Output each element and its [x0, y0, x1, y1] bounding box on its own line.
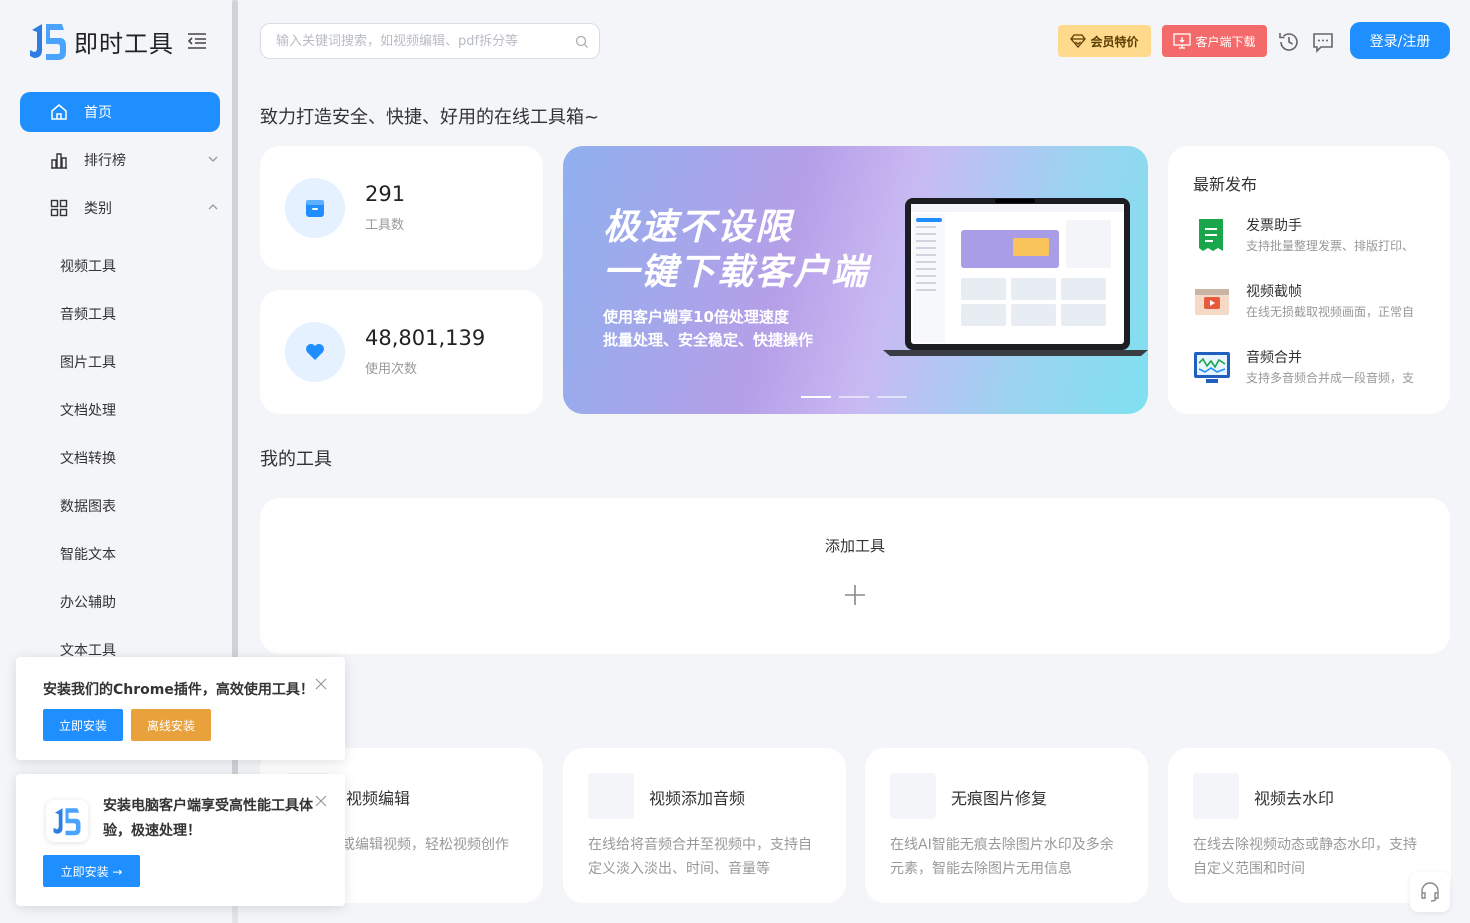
category-video[interactable]: 视频工具	[60, 256, 116, 276]
tool-count-value: 291	[365, 182, 406, 206]
nav-categories-label: 类别	[84, 201, 112, 217]
tool-desc: 在线AI智能无痕去除图片水印及多余元素，智能去除图片无用信息	[890, 837, 1114, 877]
tool-name: 视频去水印	[1254, 789, 1335, 808]
ranking-icon	[51, 153, 67, 169]
invoice-icon	[1199, 219, 1223, 251]
desktop-client-popup: 安装电脑客户端享受高性能工具体验，极速处理！ 立即安装 →	[16, 774, 345, 906]
search-box[interactable]	[260, 23, 600, 59]
stat-card-tools: 291 工具数	[260, 146, 543, 270]
tool-count-label: 工具数	[365, 218, 405, 233]
tool-card-video-watermark[interactable]: 视频去水印 在线去除视频动态或静态水印，支持自定义范围和时间	[1168, 748, 1451, 903]
nav-ranking-label: 排行榜	[84, 153, 126, 169]
search-icon[interactable]	[575, 35, 589, 49]
tool-desc: 在线去除视频动态或静态水印，支持自定义范围和时间	[1193, 837, 1417, 877]
grid-icon	[50, 199, 68, 217]
banner-subtitle-line1: 使用客户端享10倍处理速度	[603, 308, 789, 326]
box-icon	[306, 200, 324, 217]
message-icon[interactable]	[1311, 30, 1335, 54]
release-desc: 支持多音频合并成一段音频，支	[1246, 371, 1415, 385]
plus-icon[interactable]	[843, 583, 867, 607]
category-audio[interactable]: 音频工具	[60, 304, 116, 324]
release-item-invoice[interactable]: 发票助手 支持批量整理发票、排版打印、	[1193, 215, 1443, 259]
my-tools-title: 我的工具	[260, 449, 332, 470]
desktop-popup-text: 安装电脑客户端享受高性能工具体验，极速处理！	[103, 798, 313, 839]
category-chart[interactable]: 数据图表	[60, 496, 116, 516]
chrome-install-button[interactable]: 立即安装	[43, 709, 123, 741]
close-icon[interactable]	[315, 795, 327, 807]
collapse-menu-icon[interactable]	[186, 31, 208, 51]
category-document[interactable]: 文档处理	[60, 400, 116, 420]
tool-thumbnail	[1193, 773, 1239, 819]
heart-icon	[306, 344, 324, 360]
client-download-button[interactable]: 客户端下载	[1162, 25, 1267, 57]
box-icon-badge	[285, 178, 345, 238]
release-desc: 支持批量整理发票、排版打印、	[1246, 239, 1415, 253]
release-item-video-frame[interactable]: 视频截帧 在线无损截取视频画面，正常自	[1193, 281, 1443, 325]
nav-home-label: 首页	[84, 105, 112, 121]
desktop-install-button[interactable]: 立即安装 →	[43, 855, 140, 887]
usage-count-value: 48,801,139	[365, 326, 486, 350]
laptop-illustration	[883, 198, 1148, 356]
heart-icon-badge	[285, 322, 345, 382]
client-download-label: 客户端下载	[1195, 34, 1256, 49]
chrome-popup-text: 安装我们的Chrome插件，高效使用工具！	[43, 682, 314, 698]
audio-merge-icon	[1194, 352, 1230, 383]
release-item-audio-merge[interactable]: 音频合并 支持多音频合并成一段音频，支	[1193, 347, 1443, 391]
banner-title-line2: 一键下载客户端	[603, 252, 870, 293]
headset-icon	[1421, 882, 1439, 902]
page-slogan: 致力打造安全、快捷、好用的在线工具箱~	[260, 107, 600, 128]
tool-name: 视频添加音频	[649, 789, 746, 808]
chevron-down-icon	[208, 156, 218, 162]
carousel-dot-2[interactable]	[839, 396, 869, 398]
add-tool-label[interactable]: 添加工具	[260, 535, 1450, 556]
release-desc: 在线无损截取视频画面，正常自	[1246, 305, 1415, 319]
nav-home[interactable]: 首页	[20, 92, 220, 132]
vip-offer-label: 会员特价	[1090, 34, 1139, 49]
my-tools-panel[interactable]: 添加工具	[260, 498, 1450, 654]
monitor-download-icon	[1173, 33, 1192, 49]
client-logo	[46, 800, 88, 842]
banner-carousel-dots	[801, 396, 907, 398]
tool-desc: 在线给将音频合并至视频中，支持自定义淡入淡出、时间、音量等	[588, 837, 812, 877]
diamond-icon	[1070, 34, 1087, 48]
search-input[interactable]	[276, 24, 566, 58]
logo[interactable]: 即时工具	[28, 20, 174, 62]
history-icon[interactable]	[1277, 30, 1301, 54]
home-icon	[51, 104, 67, 120]
carousel-dot-1[interactable]	[801, 396, 831, 398]
category-ai-text[interactable]: 智能文本	[60, 544, 116, 564]
tool-name: 视频编辑	[346, 789, 411, 808]
nav-ranking[interactable]: 排行榜	[20, 140, 220, 180]
vip-offer-button[interactable]: 会员特价	[1058, 25, 1151, 57]
stat-card-usage: 48,801,139 使用次数	[260, 290, 543, 414]
usage-count-label: 使用次数	[365, 362, 418, 377]
video-frame-icon	[1195, 289, 1229, 315]
logo-icon	[53, 808, 81, 836]
tool-name: 无痕图片修复	[951, 789, 1048, 808]
release-name: 音频合并	[1246, 350, 1302, 366]
promo-banner[interactable]: 极速不设限 一键下载客户端 使用客户端享10倍处理速度 批量处理、安全稳定、快捷…	[563, 146, 1148, 414]
banner-subtitle-line2: 批量处理、安全稳定、快捷操作	[603, 331, 814, 349]
tool-card-image-repair[interactable]: 无痕图片修复 在线AI智能无痕去除图片水印及多余元素，智能去除图片无用信息	[865, 748, 1148, 903]
tool-thumbnail	[890, 773, 936, 819]
logo-icon	[30, 24, 66, 60]
nav-categories[interactable]: 类别	[20, 188, 220, 228]
close-icon[interactable]	[315, 678, 327, 690]
carousel-dot-3[interactable]	[877, 396, 907, 398]
tool-thumbnail	[588, 773, 634, 819]
logo-text: 即时工具	[74, 29, 174, 58]
category-image[interactable]: 图片工具	[60, 352, 116, 372]
login-register-button[interactable]: 登录/注册	[1350, 22, 1450, 59]
category-office[interactable]: 办公辅助	[60, 592, 116, 612]
tool-card-video-add-audio[interactable]: 视频添加音频 在线给将音频合并至视频中，支持自定义淡入淡出、时间、音量等	[563, 748, 846, 903]
chrome-extension-popup: 安装我们的Chrome插件，高效使用工具！ 立即安装 离线安装	[16, 657, 345, 760]
latest-releases-panel: 最新发布 发票助手 支持批量整理发票、排版打印、 视频截帧 在线无损截取视频画面…	[1168, 146, 1450, 414]
release-name: 发票助手	[1246, 218, 1302, 234]
release-name: 视频截帧	[1246, 284, 1302, 300]
latest-releases-title: 最新发布	[1193, 175, 1258, 194]
offline-install-button[interactable]: 离线安装	[131, 709, 211, 741]
category-convert[interactable]: 文档转换	[60, 448, 116, 468]
chevron-up-icon	[208, 204, 218, 210]
customer-support-button[interactable]	[1410, 872, 1450, 912]
